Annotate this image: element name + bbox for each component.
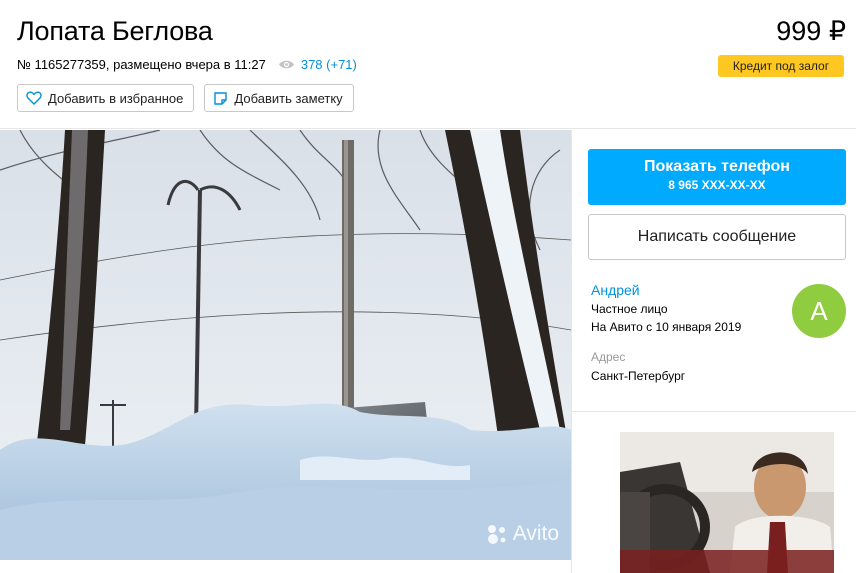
seller-name-link[interactable]: Андрей xyxy=(591,282,741,298)
avito-logo-icon xyxy=(487,525,506,544)
sidebar-divider xyxy=(571,130,572,573)
phone-masked: 8 965 XXX-XX-XX xyxy=(668,178,766,192)
heart-icon xyxy=(26,91,42,105)
show-phone-button[interactable]: Показать телефон 8 965 XXX-XX-XX xyxy=(588,149,846,205)
ad-banner[interactable] xyxy=(620,432,834,573)
show-phone-label: Показать телефон xyxy=(644,158,790,175)
listing-title: Лопата Беглова xyxy=(17,16,213,46)
listing-actions: Добавить в избранное Добавить заметку xyxy=(17,84,354,112)
listing-photo[interactable]: Avito xyxy=(0,130,571,560)
add-note-button[interactable]: Добавить заметку xyxy=(204,84,354,112)
add-note-label: Добавить заметку xyxy=(234,90,343,106)
add-to-favorites-button[interactable]: Добавить в избранное xyxy=(17,84,195,112)
address-value: Санкт-Петербург xyxy=(591,369,686,383)
listing-price: 999 ₽ xyxy=(776,16,846,46)
avatar[interactable]: А xyxy=(792,284,846,338)
seller-info: Андрей Частное лицо На Авито с 10 января… xyxy=(591,282,741,334)
listing-page: Лопата Беглова 999 ₽ № 1165277359, разме… xyxy=(0,0,856,573)
ad-banner-image xyxy=(620,432,834,573)
eye-icon xyxy=(278,60,294,69)
add-to-favorites-label: Добавить в избранное xyxy=(48,90,184,106)
avito-watermark: Avito xyxy=(485,522,559,546)
note-icon xyxy=(214,91,228,105)
watermark-text: Avito xyxy=(512,522,559,545)
listing-meta: № 1165277359, размещено вчера в 11:27 37… xyxy=(17,57,357,72)
views-counter: 378 (+71) xyxy=(278,57,357,72)
sidebar-divider-horizontal xyxy=(572,411,856,412)
write-message-button[interactable]: Написать сообщение xyxy=(588,214,846,260)
views-count: 378 (+71) xyxy=(300,57,357,72)
seller-type: Частное лицо xyxy=(591,302,668,316)
listing-number-date: № 1165277359, размещено вчера в 11:27 xyxy=(17,57,266,72)
listing-photo-image xyxy=(0,130,571,560)
address-label: Адрес xyxy=(591,350,626,364)
header-divider xyxy=(0,128,856,129)
credit-button[interactable]: Кредит под залог xyxy=(718,55,844,77)
seller-since: На Авито с 10 января 2019 xyxy=(591,320,742,334)
